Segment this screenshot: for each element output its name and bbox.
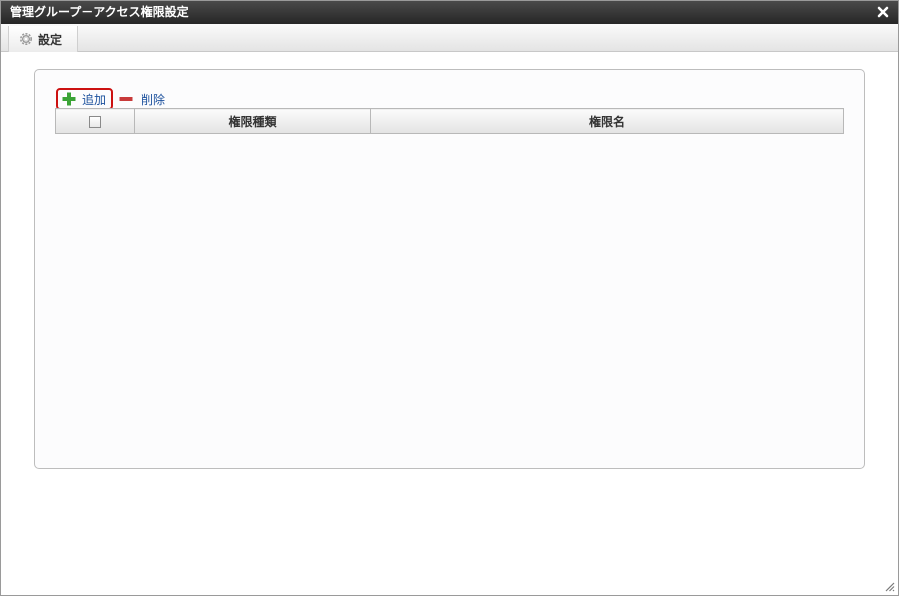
- minus-icon: [119, 92, 133, 106]
- column-permission-type[interactable]: 権限種類: [134, 108, 371, 134]
- dialog-titlebar[interactable]: 管理グループ－アクセス権限設定: [1, 1, 898, 24]
- access-permission-dialog: 管理グループ－アクセス権限設定 設定 追加 削除 権限種類 権限名: [0, 0, 899, 596]
- table-header-row: 権限種類 権限名: [55, 108, 844, 134]
- close-icon[interactable]: [876, 5, 890, 19]
- permission-table: 権限種類 権限名: [55, 108, 844, 134]
- plus-icon: [62, 92, 76, 106]
- column-permission-name[interactable]: 権限名: [370, 108, 844, 134]
- delete-button-label: 削除: [141, 92, 166, 107]
- delete-button[interactable]: 削除: [119, 91, 165, 108]
- add-button-label: 追加: [82, 92, 107, 107]
- tab-settings-label: 設定: [38, 32, 63, 47]
- dialog-toolbar: 設定: [1, 24, 898, 52]
- tab-settings[interactable]: 設定: [8, 26, 78, 52]
- select-all-checkbox[interactable]: [89, 115, 101, 128]
- dialog-title: 管理グループ－アクセス権限設定: [10, 5, 189, 19]
- gear-icon: [19, 32, 33, 46]
- select-all-header: [55, 108, 135, 134]
- permission-panel: 追加 削除 権限種類 権限名: [34, 69, 865, 469]
- grid-actions: 追加 削除: [56, 88, 165, 110]
- add-button[interactable]: 追加: [56, 88, 114, 110]
- resize-handle-icon[interactable]: [883, 580, 895, 592]
